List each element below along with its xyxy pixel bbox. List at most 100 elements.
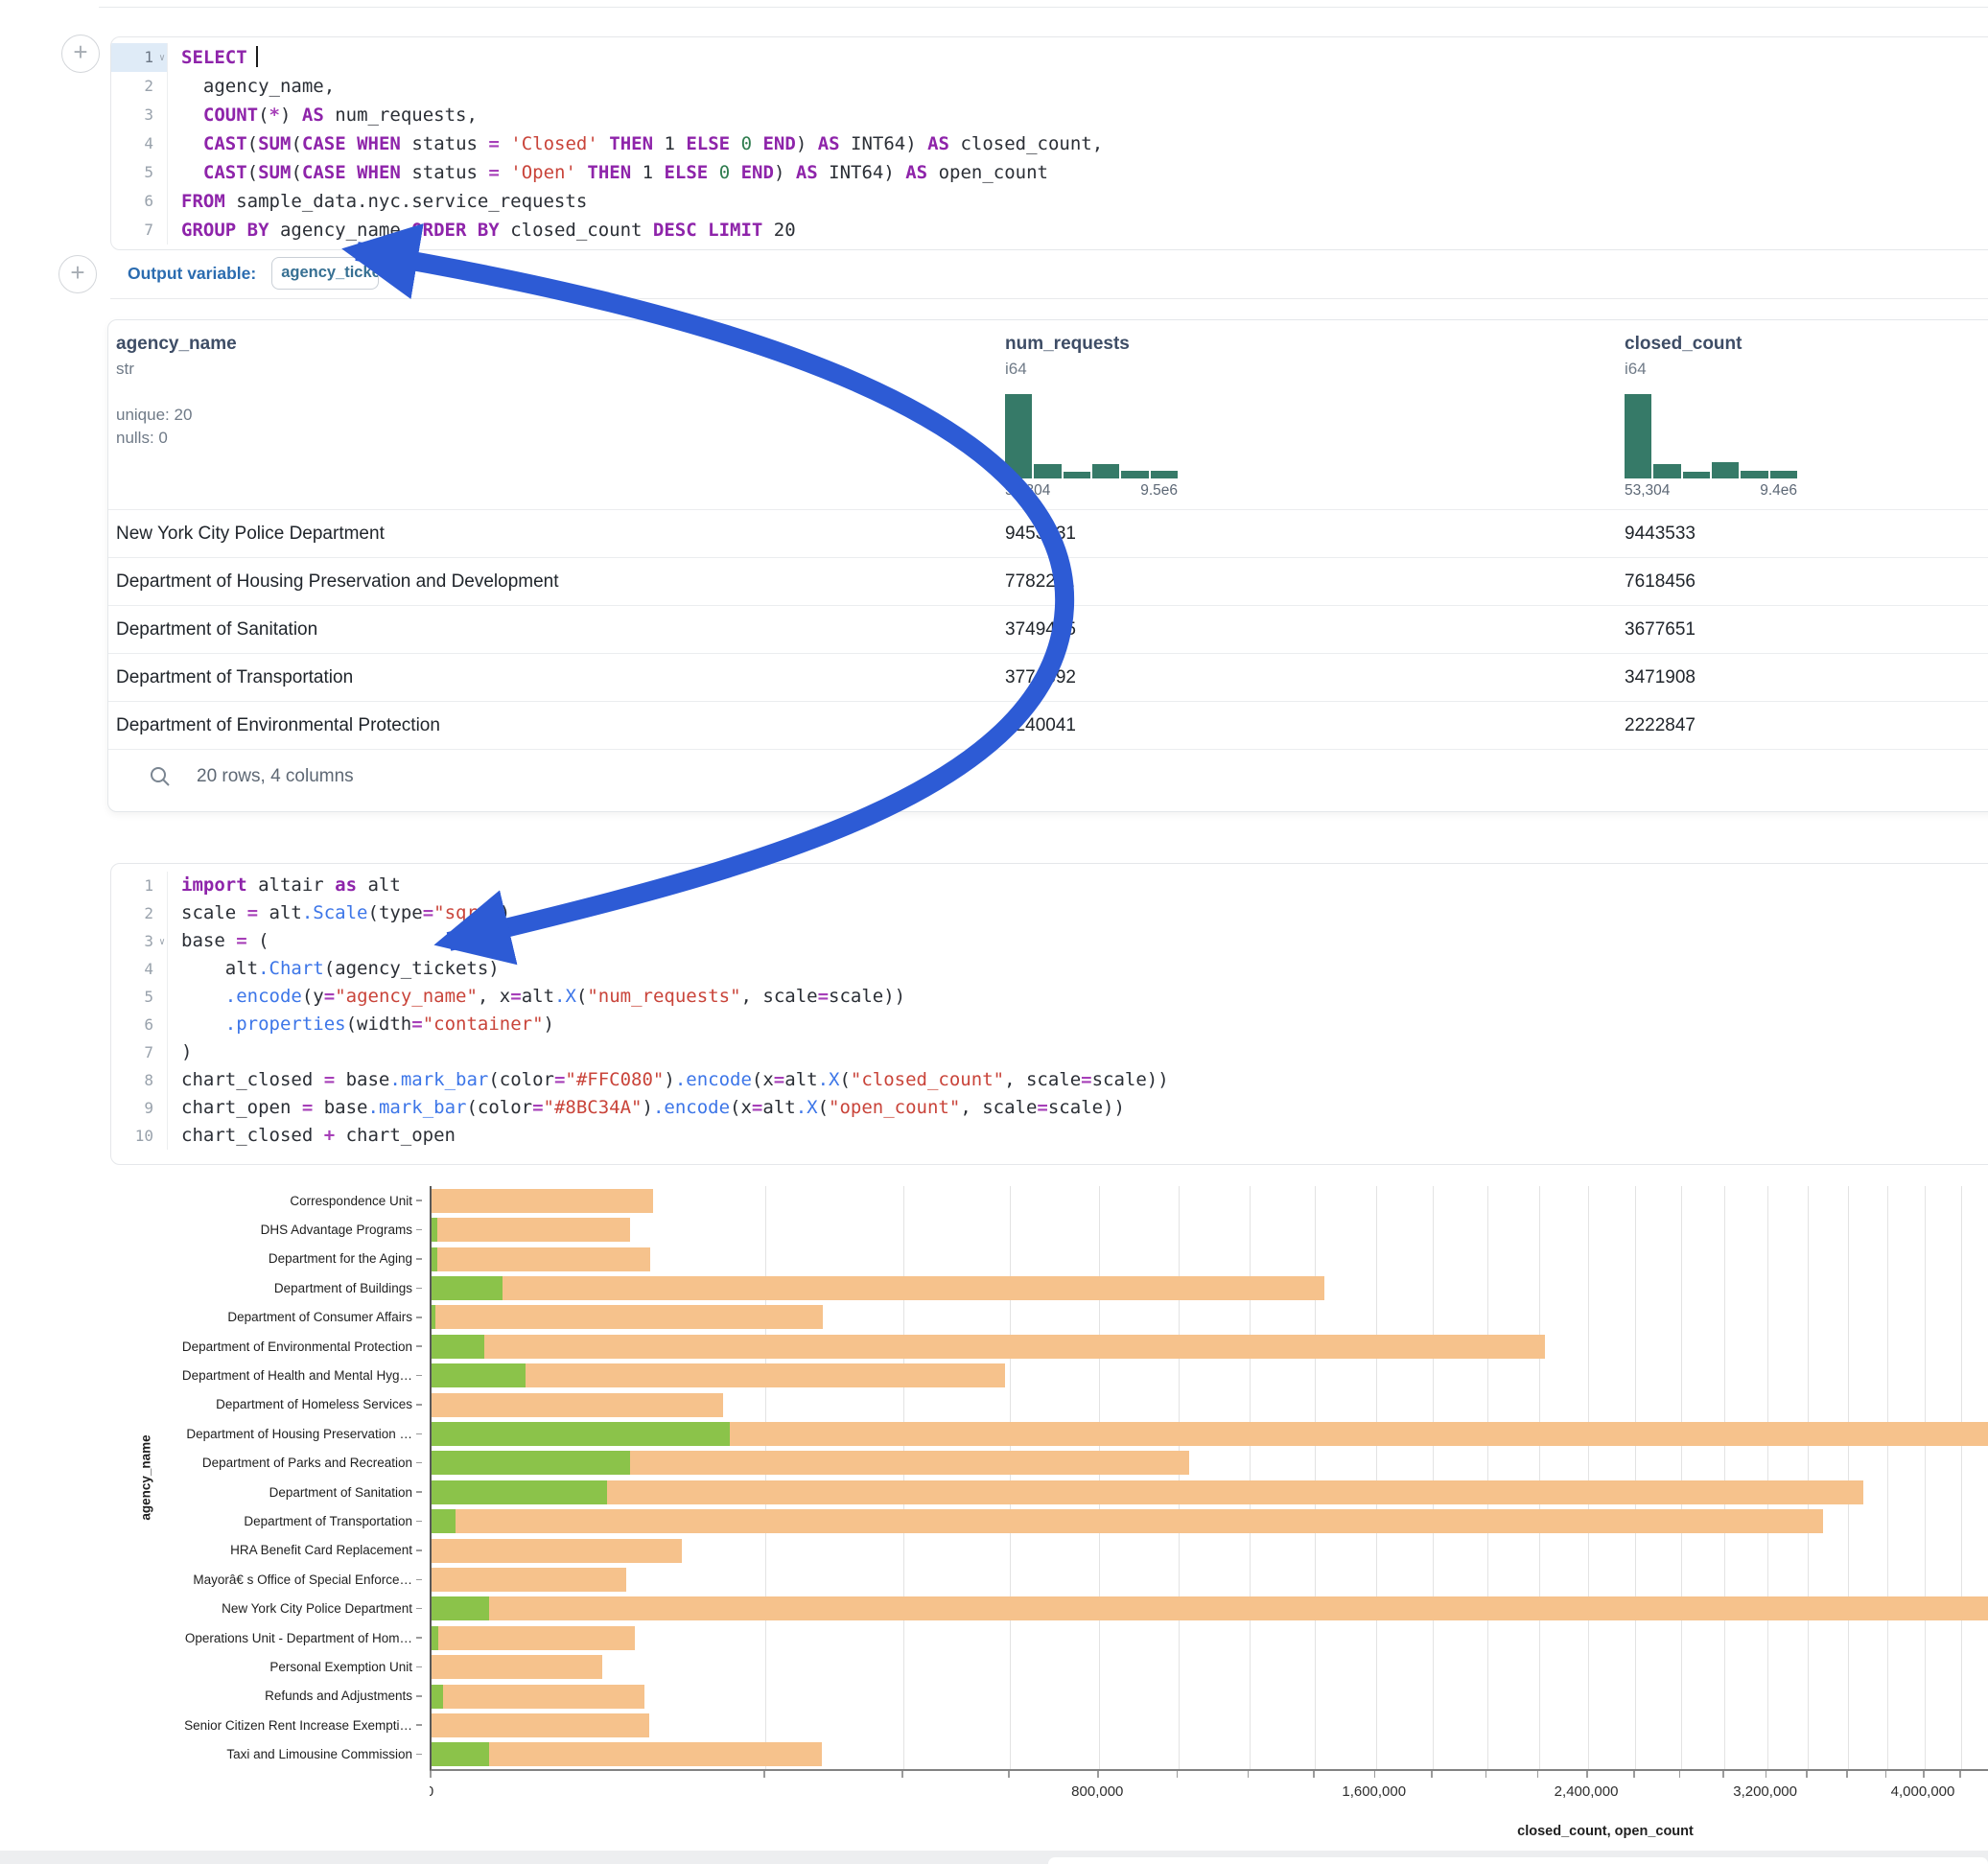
x-tick-mark (1806, 1771, 1808, 1778)
bar-open_count (432, 1363, 526, 1387)
code-token: .encode (675, 1069, 752, 1090)
code-token: base (181, 930, 236, 951)
table-row[interactable]: Department of Housing Preservation and D… (108, 557, 1988, 605)
code-token (752, 133, 762, 154)
code-token: = (488, 133, 499, 154)
x-tick-mark (1248, 1771, 1250, 1778)
code-token: alt (181, 958, 258, 979)
code-line[interactable]: 1∨SELECT (111, 43, 1988, 72)
search-icon[interactable] (149, 765, 172, 788)
code-text: GROUP BY agency_name ORDER BY closed_cou… (168, 216, 796, 245)
code-line[interactable]: 3 COUNT(*) AS num_requests, (111, 101, 1988, 129)
line-number: 3 (111, 101, 168, 129)
code-line[interactable]: 10chart_closed + chart_open (111, 1122, 1988, 1150)
y-axis-label: Department of Homeless Services (142, 1390, 422, 1419)
code-text: chart_closed = base.mark_bar(color="#FFC… (168, 1066, 1169, 1094)
bar-closed_count (432, 1539, 682, 1563)
code-token: SUM (258, 133, 291, 154)
y-tick-mark (416, 1375, 422, 1377)
code-token: chart_closed (181, 1125, 324, 1146)
y-axis-label: Personal Exemption Unit (142, 1652, 422, 1681)
code-line[interactable]: 4 CAST(SUM(CASE WHEN status = 'Closed' T… (111, 129, 1988, 158)
code-token: LIMIT (708, 220, 762, 241)
code-line[interactable]: 6FROM sample_data.nyc.service_requests (111, 187, 1988, 216)
gridline (1433, 1186, 1434, 1769)
y-tick-mark (416, 1549, 422, 1551)
column-header-num_requests[interactable]: num_requestsi6453,3049.5e6 (1005, 320, 1625, 509)
code-token: 1 (653, 133, 686, 154)
y-tick-mark (416, 1288, 422, 1290)
x-tick-mark (1008, 1771, 1010, 1778)
column-header-closed_count[interactable]: closed_counti6453,3049.4e6 (1625, 320, 1988, 509)
column-name: closed_count (1625, 334, 1988, 355)
sql-code-cell[interactable]: 1∨SELECT2 agency_name,3 COUNT(*) AS num_… (110, 36, 1988, 250)
category-label: Department of Health and Mental Hyg… (182, 1368, 412, 1383)
code-token: scale)) (1048, 1097, 1125, 1118)
table-row[interactable]: Department of Environmental Protection22… (108, 701, 1988, 749)
code-line[interactable]: 5 .encode(y="agency_name", x=alt.X("num_… (111, 983, 1988, 1011)
code-line[interactable]: 2scale = alt.Scale(type="sqrt") (111, 899, 1988, 927)
column-header-agency_name[interactable]: agency_namestrunique: 20nulls: 0 (108, 320, 1005, 509)
code-line[interactable]: 5 CAST(SUM(CASE WHEN status = 'Open' THE… (111, 158, 1988, 187)
output-variable-input[interactable]: agency_tickets (271, 257, 379, 290)
code-token: ( (291, 162, 301, 183)
x-tick-mark (1177, 1771, 1179, 1778)
code-line[interactable]: 4 alt.Chart(agency_tickets) (111, 955, 1988, 983)
code-token: WHEN (357, 133, 401, 154)
code-token: (color (488, 1069, 554, 1090)
python-code-cell[interactable]: 1import altair as alt2scale = alt.Scale(… (110, 863, 1988, 1165)
column-name: agency_name (116, 334, 1005, 355)
code-token: (agency_tickets) (324, 958, 500, 979)
code-token: "sqrt" (433, 902, 500, 923)
code-token: chart_closed (181, 1069, 324, 1090)
previous-cell-edge (99, 0, 1988, 8)
table-row[interactable]: Department of Sanitation37494853677651 (108, 605, 1988, 653)
add-cell-button-output[interactable]: + (58, 255, 97, 293)
code-line[interactable]: 7GROUP BY agency_name ORDER BY closed_co… (111, 216, 1988, 245)
y-tick-mark (416, 1579, 422, 1581)
dataframe-preview: agency_namestrunique: 20nulls: 0num_requ… (107, 319, 1988, 812)
code-line[interactable]: 8chart_closed = base.mark_bar(color="#FF… (111, 1066, 1988, 1094)
code-token: CAST (203, 162, 247, 183)
code-token: = (818, 986, 829, 1007)
code-token: alt (258, 902, 302, 923)
code-line[interactable]: 6 .properties(width="container") (111, 1011, 1988, 1038)
bar-closed_count (432, 1742, 822, 1766)
bar-open_count (432, 1305, 435, 1329)
chart-y-axis-labels: Correspondence UnitDHS Advantage Program… (142, 1186, 422, 1769)
code-line[interactable]: 7) (111, 1038, 1988, 1066)
code-token: .Scale (302, 902, 368, 923)
chevron-down-icon[interactable]: ∨ (159, 928, 165, 956)
code-token: WHEN (357, 162, 401, 183)
bar-closed_count (432, 1335, 1545, 1359)
chevron-down-icon[interactable]: ∨ (159, 44, 165, 73)
code-token: 'Closed' (510, 133, 598, 154)
gridline (1010, 1186, 1011, 1769)
x-tick-mark (1537, 1771, 1539, 1778)
code-line[interactable]: 1import altair as alt (111, 872, 1988, 899)
code-token: INT64) (840, 133, 928, 154)
column-histogram (1625, 394, 1797, 478)
table-row[interactable]: New York City Police Department945313194… (108, 509, 1988, 557)
gridline (1848, 1186, 1849, 1769)
y-axis-label: Senior Citizen Rent Increase Exempti… (142, 1711, 422, 1739)
add-cell-button-top[interactable]: + (61, 35, 100, 73)
column-type: str (116, 360, 1005, 379)
code-token (730, 162, 740, 183)
x-tick-mark (1885, 1771, 1887, 1778)
code-token: open_count (927, 162, 1048, 183)
category-label: Correspondence Unit (290, 1194, 412, 1208)
table-row[interactable]: Department of Transportation377489234719… (108, 653, 1988, 701)
code-line[interactable]: 9chart_open = base.mark_bar(color="#8BC3… (111, 1094, 1988, 1122)
chart-y-axis-title: agency_name (139, 1434, 153, 1520)
code-text: .encode(y="agency_name", x=alt.X("num_re… (168, 983, 905, 1011)
code-token: alt (762, 1097, 795, 1118)
column-name: num_requests (1005, 334, 1625, 355)
code-token: (type (368, 902, 423, 923)
x-tick-mark (1374, 1771, 1376, 1778)
code-token: ( (818, 1097, 829, 1118)
gridline (1315, 1186, 1316, 1769)
code-line[interactable]: 2 agency_name, (111, 72, 1988, 101)
code-token (730, 133, 740, 154)
code-line[interactable]: 3∨base = ( (111, 927, 1988, 955)
